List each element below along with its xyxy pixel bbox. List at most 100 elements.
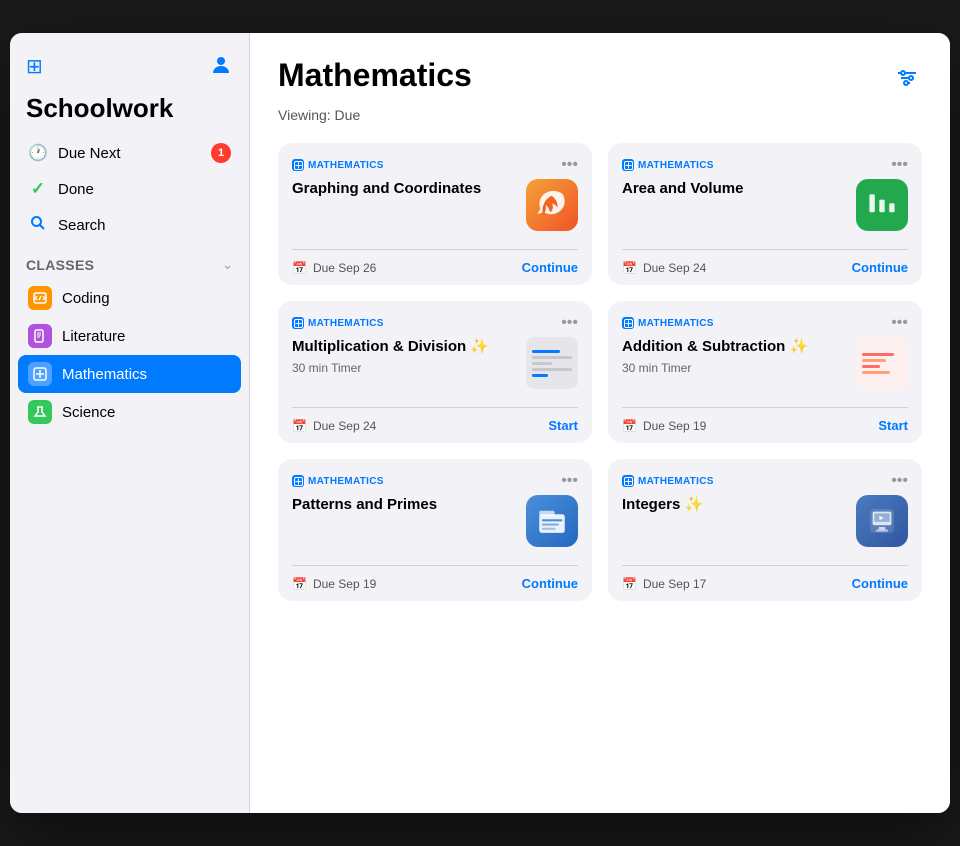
card-more-button[interactable]: ••• [891, 315, 908, 331]
card-title: Patterns and Primes [292, 495, 518, 515]
start-button[interactable]: Start [878, 418, 908, 433]
card-patterns[interactable]: Mathematics ••• Patterns and Primes [278, 459, 592, 601]
calendar-icon: 📅 [292, 419, 307, 433]
card-title: Addition & Subtraction ✨ [622, 337, 848, 357]
card-graphing[interactable]: Mathematics ••• Graphing and Coordinates [278, 143, 592, 285]
card-footer: 📅 Due Sep 17 Continue [622, 565, 908, 601]
card-footer: 📅 Due Sep 19 Continue [292, 565, 578, 601]
due-next-badge: 1 [211, 143, 231, 163]
sidebar-item-literature[interactable]: Literature [18, 317, 241, 355]
card-more-button[interactable]: ••• [561, 157, 578, 173]
mathematics-badge-icon [622, 159, 634, 171]
class-label-text: Mathematics [638, 476, 714, 487]
continue-button[interactable]: Continue [852, 260, 908, 275]
class-label-text: Mathematics [638, 318, 714, 329]
continue-button[interactable]: Continue [852, 576, 908, 591]
due-date-text: Due Sep 24 [313, 419, 376, 433]
mathematics-badge-icon [622, 317, 634, 329]
due-date: 📅 Due Sep 19 [622, 419, 706, 433]
literature-label: Literature [62, 328, 125, 345]
mathematics-badge-icon [292, 159, 304, 171]
done-label: Done [58, 181, 94, 198]
due-date-text: Due Sep 19 [643, 419, 706, 433]
card-thumbnail [526, 337, 578, 389]
due-date-text: Due Sep 26 [313, 261, 376, 275]
continue-button[interactable]: Continue [522, 576, 578, 591]
card-header: Mathematics ••• [292, 315, 578, 331]
calendar-icon: 📅 [292, 261, 307, 275]
card-header: Mathematics ••• [292, 473, 578, 489]
keynote-app-icon [856, 495, 908, 547]
card-header: Mathematics ••• [622, 473, 908, 489]
sidebar-item-due-next[interactable]: 🕐 Due Next 1 [18, 136, 241, 170]
sidebar-item-done[interactable]: ✓ Done [18, 172, 241, 206]
search-icon [28, 215, 48, 236]
due-date: 📅 Due Sep 17 [622, 577, 706, 591]
card-info: Addition & Subtraction ✨ 30 min Timer [622, 337, 848, 375]
card-title: Area and Volume [622, 179, 848, 199]
cards-grid: Mathematics ••• Graphing and Coordinates [278, 143, 922, 601]
card-class-label: Mathematics [292, 317, 384, 329]
card-more-button[interactable]: ••• [561, 315, 578, 331]
calendar-icon: 📅 [292, 577, 307, 591]
card-footer: 📅 Due Sep 26 Continue [292, 249, 578, 285]
viewing-label: Viewing: Due [278, 107, 922, 123]
sidebar-toggle-button[interactable]: ⊞ [26, 57, 43, 77]
sidebar-item-coding[interactable]: Coding [18, 279, 241, 317]
search-label: Search [58, 217, 106, 234]
chevron-down-icon[interactable]: ⌄ [222, 257, 233, 273]
card-multiplication[interactable]: Mathematics ••• Multiplication & Divisio… [278, 301, 592, 443]
sidebar-item-science[interactable]: Science [18, 393, 241, 431]
sidebar: ⊞ Schoolwork 🕐 Due Next 1 ✓ Done [10, 33, 250, 813]
due-date-text: Due Sep 17 [643, 577, 706, 591]
start-button[interactable]: Start [548, 418, 578, 433]
numbers-app-icon [856, 179, 908, 231]
filter-button[interactable] [892, 63, 922, 99]
checkmark-icon: ✓ [28, 179, 48, 199]
card-header: Mathematics ••• [622, 315, 908, 331]
card-area-volume[interactable]: Mathematics ••• Area and Volume [608, 143, 922, 285]
sidebar-header: ⊞ [10, 53, 249, 89]
card-class-label: Mathematics [292, 475, 384, 487]
science-class-icon [28, 400, 52, 424]
sidebar-item-search[interactable]: Search [18, 208, 241, 243]
continue-button[interactable]: Continue [522, 260, 578, 275]
card-more-button[interactable]: ••• [891, 473, 908, 489]
due-date: 📅 Due Sep 26 [292, 261, 376, 275]
card-info: Graphing and Coordinates [292, 179, 518, 203]
calendar-icon: 📅 [622, 419, 637, 433]
coding-class-icon [28, 286, 52, 310]
page-title: Mathematics [278, 57, 472, 94]
mathematics-label: Mathematics [62, 366, 147, 383]
card-more-button[interactable]: ••• [561, 473, 578, 489]
card-body: Graphing and Coordinates [292, 179, 578, 239]
card-subtitle: 30 min Timer [622, 361, 848, 375]
classes-section-label: Classes [26, 257, 94, 273]
card-integers[interactable]: Mathematics ••• Integers ✨ [608, 459, 922, 601]
due-date: 📅 Due Sep 19 [292, 577, 376, 591]
calendar-icon: 📅 [622, 577, 637, 591]
card-more-button[interactable]: ••• [891, 157, 908, 173]
due-date: 📅 Due Sep 24 [622, 261, 706, 275]
class-label-text: Mathematics [308, 476, 384, 487]
mathematics-badge-icon [622, 475, 634, 487]
card-body: Area and Volume [622, 179, 908, 239]
mathematics-class-icon [28, 362, 52, 386]
files-app-icon [526, 495, 578, 547]
card-thumbnail [856, 337, 908, 389]
clock-icon: 🕐 [28, 143, 48, 163]
card-addition[interactable]: Mathematics ••• Addition & Subtraction ✨… [608, 301, 922, 443]
card-class-label: Mathematics [622, 159, 714, 171]
card-info: Patterns and Primes [292, 495, 518, 519]
card-title: Integers ✨ [622, 495, 848, 515]
card-class-label: Mathematics [622, 317, 714, 329]
card-body: Integers ✨ [622, 495, 908, 555]
user-profile-button[interactable] [209, 53, 233, 81]
calendar-icon: 📅 [622, 261, 637, 275]
coding-label: Coding [62, 290, 110, 307]
classes-section-header: Classes ⌄ [10, 243, 249, 279]
sidebar-item-mathematics[interactable]: Mathematics [18, 355, 241, 393]
sidebar-nav: 🕐 Due Next 1 ✓ Done Search [10, 136, 249, 243]
card-info: Multiplication & Division ✨ 30 min Timer [292, 337, 518, 375]
card-class-label: Mathematics [292, 159, 384, 171]
